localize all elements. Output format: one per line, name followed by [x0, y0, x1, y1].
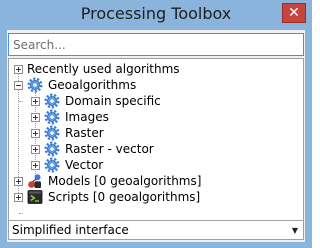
gear-icon: [44, 125, 60, 141]
title-bar[interactable]: Processing Toolbox ✕: [0, 0, 312, 30]
tree-item-label: Raster: [65, 126, 104, 140]
search-input[interactable]: [8, 33, 304, 56]
tree-item-recent[interactable]: Recently used algorithms: [14, 61, 180, 77]
tree-guide-branch: [19, 213, 23, 214]
tree-item-raster-vector[interactable]: Raster - vector: [31, 141, 154, 157]
gear-icon: [44, 109, 60, 125]
expand-icon[interactable]: [14, 64, 23, 74]
expand-icon[interactable]: [31, 160, 40, 170]
tree-item-domain-specific[interactable]: Domain specific: [31, 93, 161, 109]
tree-item-geoalgorithms[interactable]: Geoalgorithms: [14, 77, 136, 93]
expand-icon[interactable]: [31, 112, 40, 122]
collapse-icon[interactable]: [14, 80, 23, 90]
expand-icon[interactable]: [14, 176, 23, 186]
tree-item-label: Images: [65, 110, 109, 124]
expand-icon[interactable]: [31, 96, 40, 106]
gear-icon: [44, 141, 60, 157]
interface-mode-select[interactable]: Simplified interface ▼: [8, 220, 304, 240]
close-button[interactable]: ✕: [282, 3, 306, 23]
tree-item-label: Raster - vector: [65, 142, 154, 156]
tree-guide-branch: [19, 101, 23, 102]
gear-icon: [44, 93, 60, 109]
algorithm-tree[interactable]: Recently used algorithms Geoalgorithms D…: [8, 58, 304, 238]
tree-item-label: Domain specific: [65, 94, 161, 108]
gear-icon: [27, 77, 43, 93]
script-icon: [27, 190, 43, 204]
tree-item-label: Recently used algorithms: [27, 62, 180, 76]
tree-item-scripts[interactable]: Scripts [0 geoalgorithms]: [14, 189, 200, 205]
tree-item-raster[interactable]: Raster: [31, 125, 104, 141]
tree-item-label: Vector: [65, 158, 104, 172]
tree-item-label: Scripts [0 geoalgorithms]: [48, 190, 201, 204]
chevron-down-icon[interactable]: ▼: [287, 221, 303, 239]
window-title: Processing Toolbox: [80, 4, 232, 23]
toolbox-panel: Recently used algorithms Geoalgorithms: [7, 30, 305, 242]
expand-icon[interactable]: [14, 192, 23, 202]
tree-item-label: Models [0 geoalgorithms]: [48, 174, 202, 188]
tree-item-images[interactable]: Images: [31, 109, 109, 125]
tree-item-vector[interactable]: Vector: [31, 157, 103, 173]
expand-icon[interactable]: [31, 128, 40, 138]
close-icon: ✕: [288, 5, 300, 21]
tree-item-models[interactable]: Models [0 geoalgorithms]: [14, 173, 201, 189]
gear-icon: [44, 157, 60, 173]
tree-item-label: Geoalgorithms: [48, 78, 137, 92]
expand-icon[interactable]: [31, 144, 40, 154]
interface-mode-value: Simplified interface: [12, 223, 129, 237]
model-icon: [28, 174, 41, 188]
processing-toolbox-window: Processing Toolbox ✕ Recently used algor…: [0, 0, 312, 248]
